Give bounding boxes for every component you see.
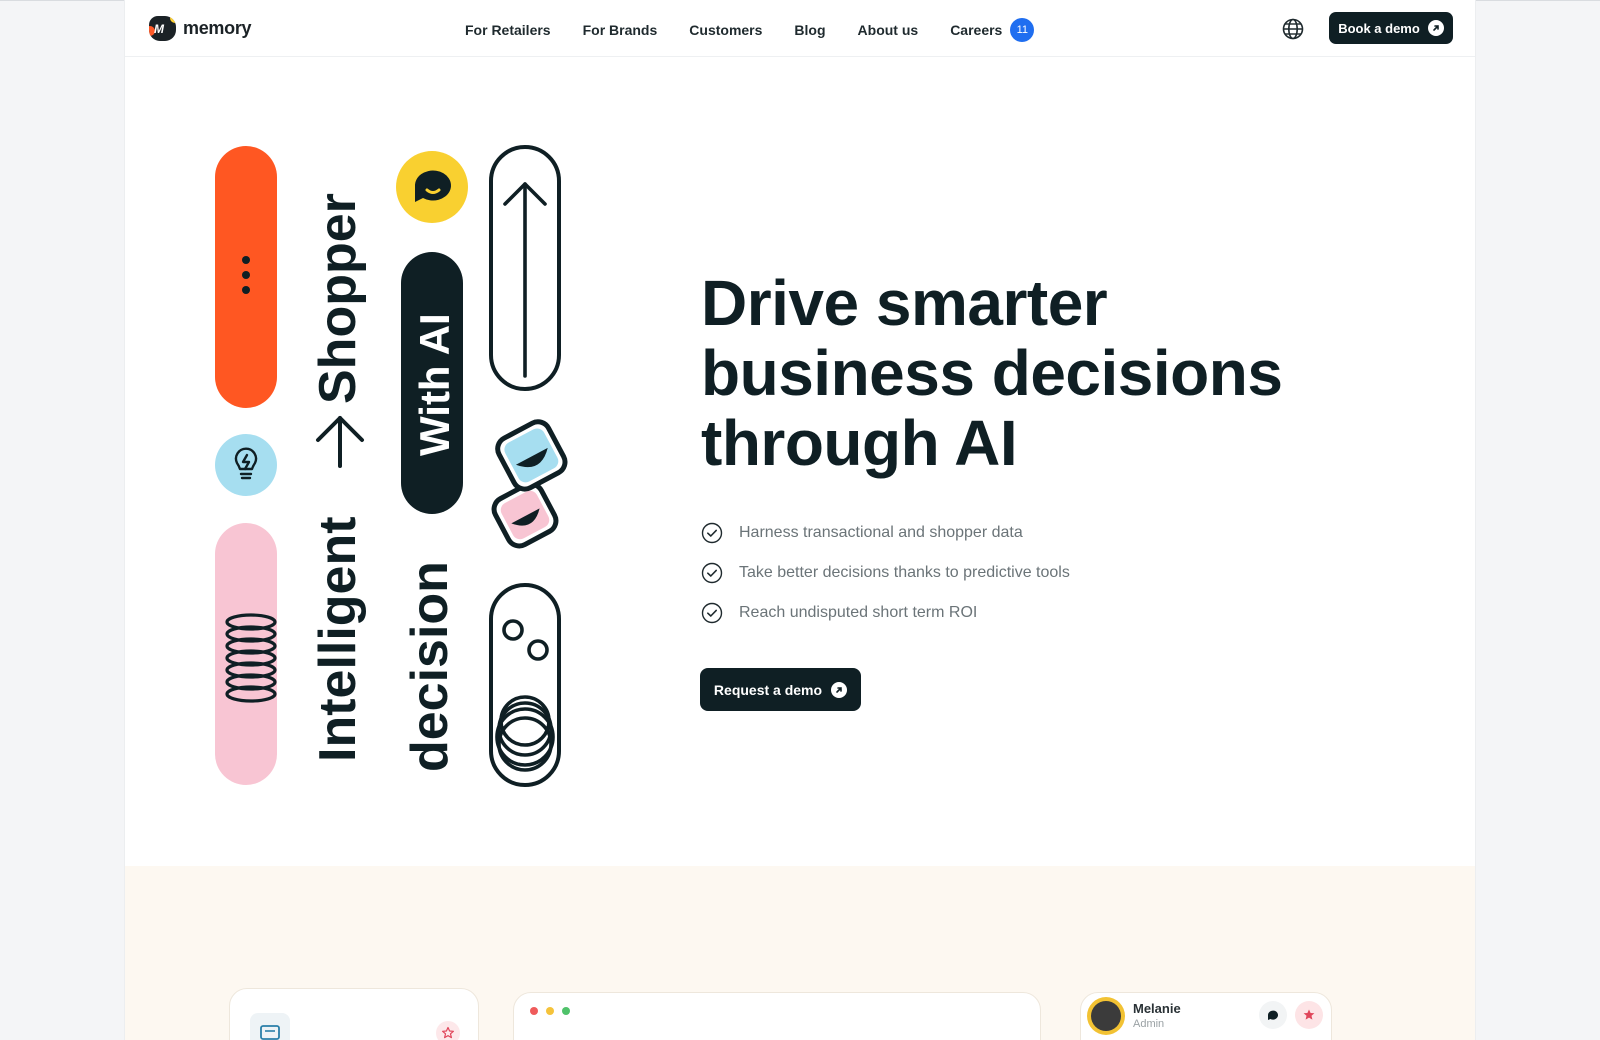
bubbles-icon: [502, 619, 549, 661]
nav-item-careers[interactable]: Careers 11: [950, 18, 1035, 42]
request-demo-label: Request a demo: [713, 681, 823, 698]
avatar: [1087, 997, 1125, 1035]
feature-text: Reach undisputed short term ROI: [739, 604, 978, 621]
chat-icon[interactable]: [1259, 1001, 1287, 1029]
request-demo-button[interactable]: Request a demo: [700, 668, 861, 711]
feature-item: Take better decisions thanks to predicti…: [701, 553, 1070, 593]
user-card: Melanie Admin: [1080, 992, 1332, 1040]
vertical-text-intelligent: Intelligent: [309, 516, 367, 762]
hero-headline: Drive smarter business decisions through…: [701, 267, 1283, 479]
check-circle-icon: [701, 562, 723, 584]
feature-item: Harness transactional and shopper data: [701, 513, 1070, 553]
star-outline-icon[interactable]: [436, 1021, 460, 1040]
product-preview-section: Melanie Admin: [125, 866, 1475, 1040]
feature-text: Take better decisions thanks to predicti…: [739, 564, 1070, 581]
feature-text: Harness transactional and shopper data: [739, 524, 1023, 541]
vertical-text-decision: decision: [401, 561, 459, 772]
feature-item: Reach undisputed short term ROI: [701, 593, 1070, 633]
window-maximize-dot: [562, 1007, 570, 1015]
monitor-icon: [250, 1013, 290, 1040]
window-minimize-dot: [546, 1007, 554, 1015]
nav-item-blog[interactable]: Blog: [794, 22, 825, 38]
preview-card-left: [229, 988, 479, 1040]
nav-item-about[interactable]: About us: [858, 22, 919, 38]
book-demo-button[interactable]: Book a demo: [1329, 12, 1453, 44]
check-circle-icon: [701, 602, 723, 624]
page-container: M memory For Retailers For Brands Custom…: [124, 0, 1476, 1040]
long-arrow-up-icon: [503, 182, 547, 378]
user-role: Admin: [1133, 1018, 1165, 1030]
feature-list: Harness transactional and shopper data T…: [701, 513, 1070, 633]
globe-icon[interactable]: [1281, 17, 1305, 41]
book-demo-label: Book a demo: [1338, 20, 1420, 36]
arrow-up-right-icon: [1427, 20, 1444, 36]
star-icon[interactable]: [1295, 1001, 1323, 1029]
check-circle-icon: [701, 522, 723, 544]
smiley-tiles-icon: [491, 419, 568, 549]
with-ai-text: With AI: [411, 313, 458, 456]
rings-icon: [495, 695, 555, 772]
arrow-up-icon: [316, 416, 364, 468]
more-dots-icon: [242, 256, 250, 264]
vertical-text-shopper: Shopper: [309, 193, 367, 404]
careers-count-badge: 11: [1010, 18, 1035, 42]
user-name: Melanie: [1133, 1001, 1181, 1016]
hero-illustration: Intelligent Shopper With AI decision: [215, 145, 568, 787]
careers-label: Careers: [950, 22, 1003, 38]
preview-window: [513, 992, 1041, 1040]
window-close-dot: [530, 1007, 538, 1015]
arrow-up-right-icon: [831, 681, 848, 698]
